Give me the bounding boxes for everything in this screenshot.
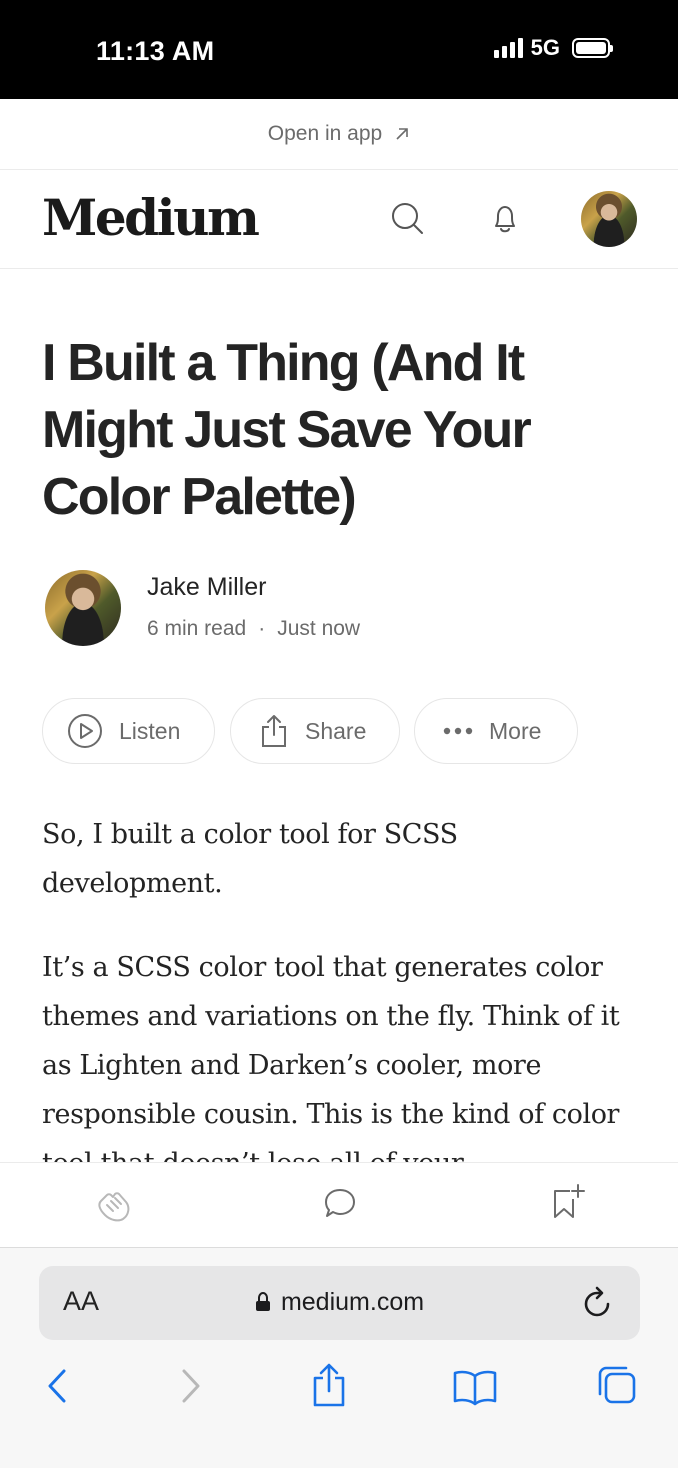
medium-logo[interactable]: Medium — [42, 188, 260, 247]
publish-time: Just now — [277, 617, 361, 640]
more-dots-icon — [443, 727, 473, 735]
article-paragraph: It’s a SCSS color tool that generates co… — [42, 952, 620, 1179]
share-sheet-icon[interactable] — [310, 1362, 348, 1408]
lock-icon — [255, 1291, 270, 1311]
status-indicators: 5G — [493, 35, 613, 61]
cellular-signal-icon — [493, 38, 523, 58]
more-label: More — [489, 717, 542, 744]
listen-button[interactable]: Listen — [42, 698, 215, 764]
article-title: I Built a Thing (And It Might Just Save … — [42, 334, 532, 526]
status-bar: 11:13 AM 5G — [0, 0, 678, 99]
user-avatar[interactable] — [581, 191, 637, 247]
network-type: 5G — [530, 35, 560, 60]
site-header: Medium — [0, 170, 678, 269]
bookmark-add-icon[interactable] — [550, 1183, 586, 1221]
bookmarks-icon[interactable] — [452, 1368, 498, 1406]
url-text: medium.com — [280, 1288, 425, 1316]
back-icon[interactable] — [44, 1366, 72, 1406]
meta-separator: · — [258, 617, 266, 640]
article-action-bar — [0, 1162, 678, 1247]
arrow-up-right-icon — [396, 128, 409, 140]
browser-toolbar: AA medium.com — [0, 1247, 678, 1468]
reload-icon[interactable] — [582, 1286, 614, 1320]
comment-icon[interactable] — [323, 1187, 357, 1221]
status-time: 11:13 AM — [96, 36, 215, 66]
open-in-app-link[interactable]: Open in app — [0, 99, 678, 170]
forward-icon[interactable] — [176, 1366, 204, 1406]
url-display[interactable]: medium.com — [39, 1288, 640, 1317]
address-bar[interactable]: AA medium.com — [39, 1266, 640, 1340]
read-time: 6 min read — [147, 617, 247, 640]
article-paragraph: So, I built a color tool for SCSS develo… — [42, 819, 458, 899]
listen-label: Listen — [119, 717, 181, 744]
battery-icon — [572, 38, 613, 58]
author-avatar[interactable] — [45, 570, 121, 646]
share-button[interactable]: Share — [230, 698, 400, 764]
play-circle-icon — [68, 714, 102, 748]
more-button[interactable]: More — [414, 698, 578, 764]
clap-icon[interactable] — [93, 1185, 133, 1225]
article-meta: 6 min read · Just now — [147, 617, 360, 641]
open-in-app-label: Open in app — [267, 122, 383, 145]
bell-icon[interactable] — [487, 200, 523, 236]
search-icon[interactable] — [389, 200, 425, 236]
share-label: Share — [305, 717, 367, 744]
author-name[interactable]: Jake Miller — [147, 573, 266, 602]
share-icon — [262, 715, 286, 747]
tabs-icon[interactable] — [596, 1364, 638, 1406]
